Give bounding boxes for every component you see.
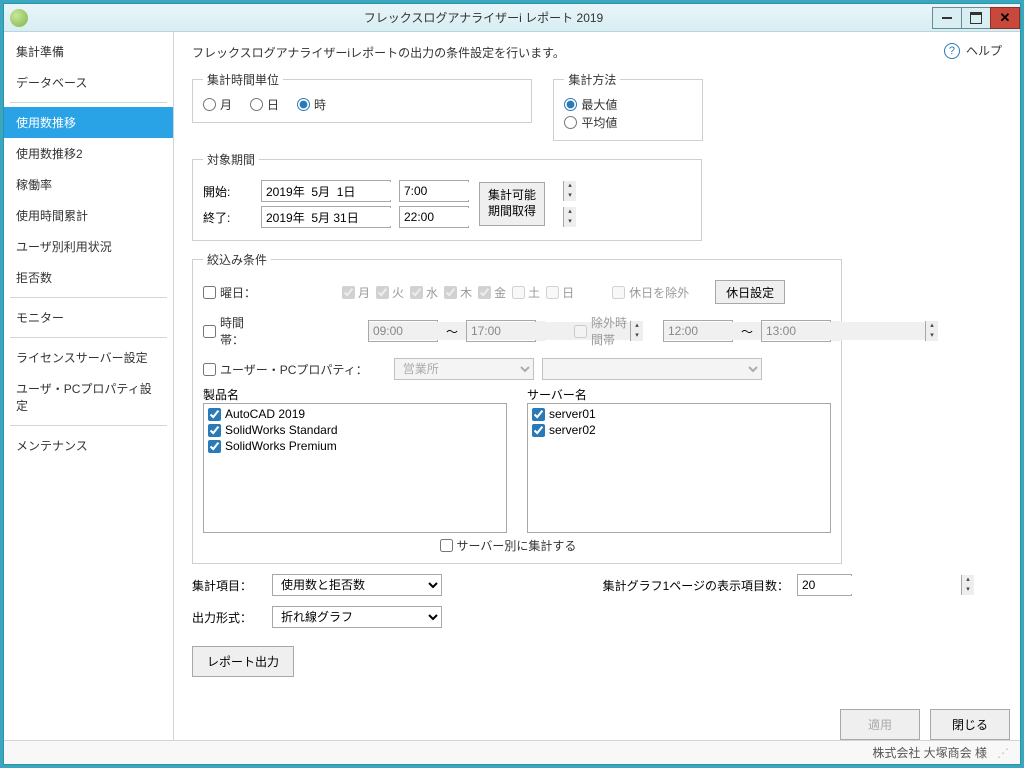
spinner-up-icon[interactable]: ▴ [564,181,576,191]
end-time-input[interactable]: ▴▾ [399,206,469,228]
day-check[interactable]: 土 [512,284,540,301]
servers-listbox[interactable]: server01 server02 [527,403,831,533]
help-label: ヘルプ [966,42,1002,59]
day-check[interactable]: 火 [376,284,404,301]
page-description: フレックスログアナライザーiレポートの出力の条件設定を行います。 [192,44,1002,61]
group-unit: 集計時間単位 月 日 時 [192,71,532,123]
method-option[interactable]: 最大値 [564,96,617,113]
sidebar-item[interactable]: ユーザ・PCプロパティ設定 [4,373,173,421]
run-report-button[interactable]: レポート出力 [192,646,294,677]
help-link[interactable]: ? ヘルプ [944,42,1002,59]
page-items-spinner[interactable]: ▴▾ [797,574,852,596]
start-label: 開始: [203,183,253,200]
group-filter: 絞込み条件 曜日： 月 火 水 木 金 土 日 休日を除外 休日設定 時間帯： … [192,251,842,564]
statusbar: 株式会社 大塚商会 様 ⋰ [4,740,1020,764]
sidebar-item[interactable]: 集計準備 [4,36,173,67]
dialog-footer: 適用 閉じる [840,709,1010,740]
servers-label: サーバー名 [527,386,831,403]
userpc-check[interactable]: ユーザー・PCプロパティ： [203,361,368,378]
maximize-button[interactable] [961,7,991,29]
method-option[interactable]: 平均値 [564,114,617,131]
weekday-check[interactable]: 曜日： [203,284,256,301]
group-method-legend: 集計方法 [564,71,620,88]
list-item[interactable]: SolidWorks Premium [206,438,504,454]
resize-grip-icon[interactable]: ⋰ [997,746,1006,760]
output-format-label: 出力形式： [192,609,262,626]
sidebar-item[interactable]: データベース [4,67,173,98]
sidebar-item[interactable]: ユーザ別利用状況 [4,231,173,262]
exclude-holiday-check[interactable]: 休日を除外 [612,284,689,301]
group-method: 集計方法 最大値 平均値 [553,71,703,141]
spinner-down-icon[interactable]: ▾ [564,191,576,201]
start-date-input[interactable]: ▦ ▾ [261,180,391,202]
unit-option[interactable]: 月 [203,96,232,113]
ex-from-input[interactable]: ▴▾ [663,320,733,342]
holiday-settings-button[interactable]: 休日設定 [715,280,785,304]
sidebar-item[interactable]: モニター [4,302,173,333]
sidebar: 集計準備データベース使用数推移使用数推移2稼働率使用時間累計ユーザ別利用状況拒否… [4,32,174,740]
list-item[interactable]: SolidWorks Standard [206,422,504,438]
time-to-input[interactable]: ▴▾ [466,320,536,342]
unit-option[interactable]: 日 [250,96,279,113]
titlebar: フレックスログアナライザーi レポート 2019 ✕ [4,4,1020,32]
sidebar-item[interactable]: 稼働率 [4,169,173,200]
sidebar-item[interactable]: 使用数推移 [4,107,173,138]
timerange-check[interactable]: 時間帯： [203,314,256,348]
time-from-input[interactable]: ▴▾ [368,320,438,342]
ex-to-input[interactable]: ▴▾ [761,320,831,342]
app-icon [10,9,28,27]
close-dialog-button[interactable]: 閉じる [930,709,1010,740]
list-item[interactable]: AutoCAD 2019 [206,406,504,422]
window-title: フレックスログアナライザーi レポート 2019 [34,9,933,26]
day-check[interactable]: 水 [410,284,438,301]
sidebar-item[interactable]: 拒否数 [4,262,173,293]
sidebar-item[interactable]: 使用時間累計 [4,200,173,231]
userpc-value-select[interactable] [542,358,762,380]
sidebar-item[interactable]: ライセンスサーバー設定 [4,342,173,373]
period-legend: 対象期間 [203,151,259,168]
unit-option[interactable]: 時 [297,96,326,113]
company-label: 株式会社 大塚商会 様 [872,744,987,761]
spinner-down-icon[interactable]: ▾ [564,217,576,227]
output-item-select[interactable]: 使用数と拒否数 [272,574,442,596]
sidebar-item[interactable]: 使用数推移2 [4,138,173,169]
userpc-property-select[interactable]: 営業所 [394,358,534,380]
per-server-check[interactable]: サーバー別に集計する [440,537,577,554]
day-check[interactable]: 月 [342,284,370,301]
spinner-up-icon[interactable]: ▴ [564,207,576,217]
products-listbox[interactable]: AutoCAD 2019 SolidWorks Standard SolidWo… [203,403,507,533]
close-button[interactable]: ✕ [990,7,1020,29]
day-check[interactable]: 日 [546,284,574,301]
minimize-button[interactable] [932,7,962,29]
app-window: フレックスログアナライザーi レポート 2019 ✕ 集計準備データベース使用数… [3,3,1021,765]
main-panel: ? ヘルプ フレックスログアナライザーiレポートの出力の条件設定を行います。 集… [174,32,1020,740]
output-format-select[interactable]: 折れ線グラフ [272,606,442,628]
list-item[interactable]: server02 [530,422,828,438]
start-time-input[interactable]: ▴▾ [399,180,469,202]
group-period: 対象期間 開始: ▦ ▾ ▴▾ [192,151,702,241]
end-label: 終了: [203,209,253,226]
fetch-period-button[interactable]: 集計可能期間取得 [479,182,545,226]
help-icon: ? [944,43,960,59]
output-item-label: 集計項目： [192,577,262,594]
end-date-input[interactable]: ▦ ▾ [261,206,391,228]
window-controls: ✕ [933,7,1020,29]
page-items-label: 集計グラフ1ページの表示項目数： [603,577,789,594]
filter-legend: 絞込み条件 [203,251,271,268]
day-check[interactable]: 木 [444,284,472,301]
exclude-timerange-check[interactable]: 除外時間帯 [574,314,637,348]
apply-button[interactable]: 適用 [840,709,920,740]
list-item[interactable]: server01 [530,406,828,422]
group-unit-legend: 集計時間単位 [203,71,283,88]
products-label: 製品名 [203,386,507,403]
day-check[interactable]: 金 [478,284,506,301]
sidebar-item[interactable]: メンテナンス [4,430,173,461]
